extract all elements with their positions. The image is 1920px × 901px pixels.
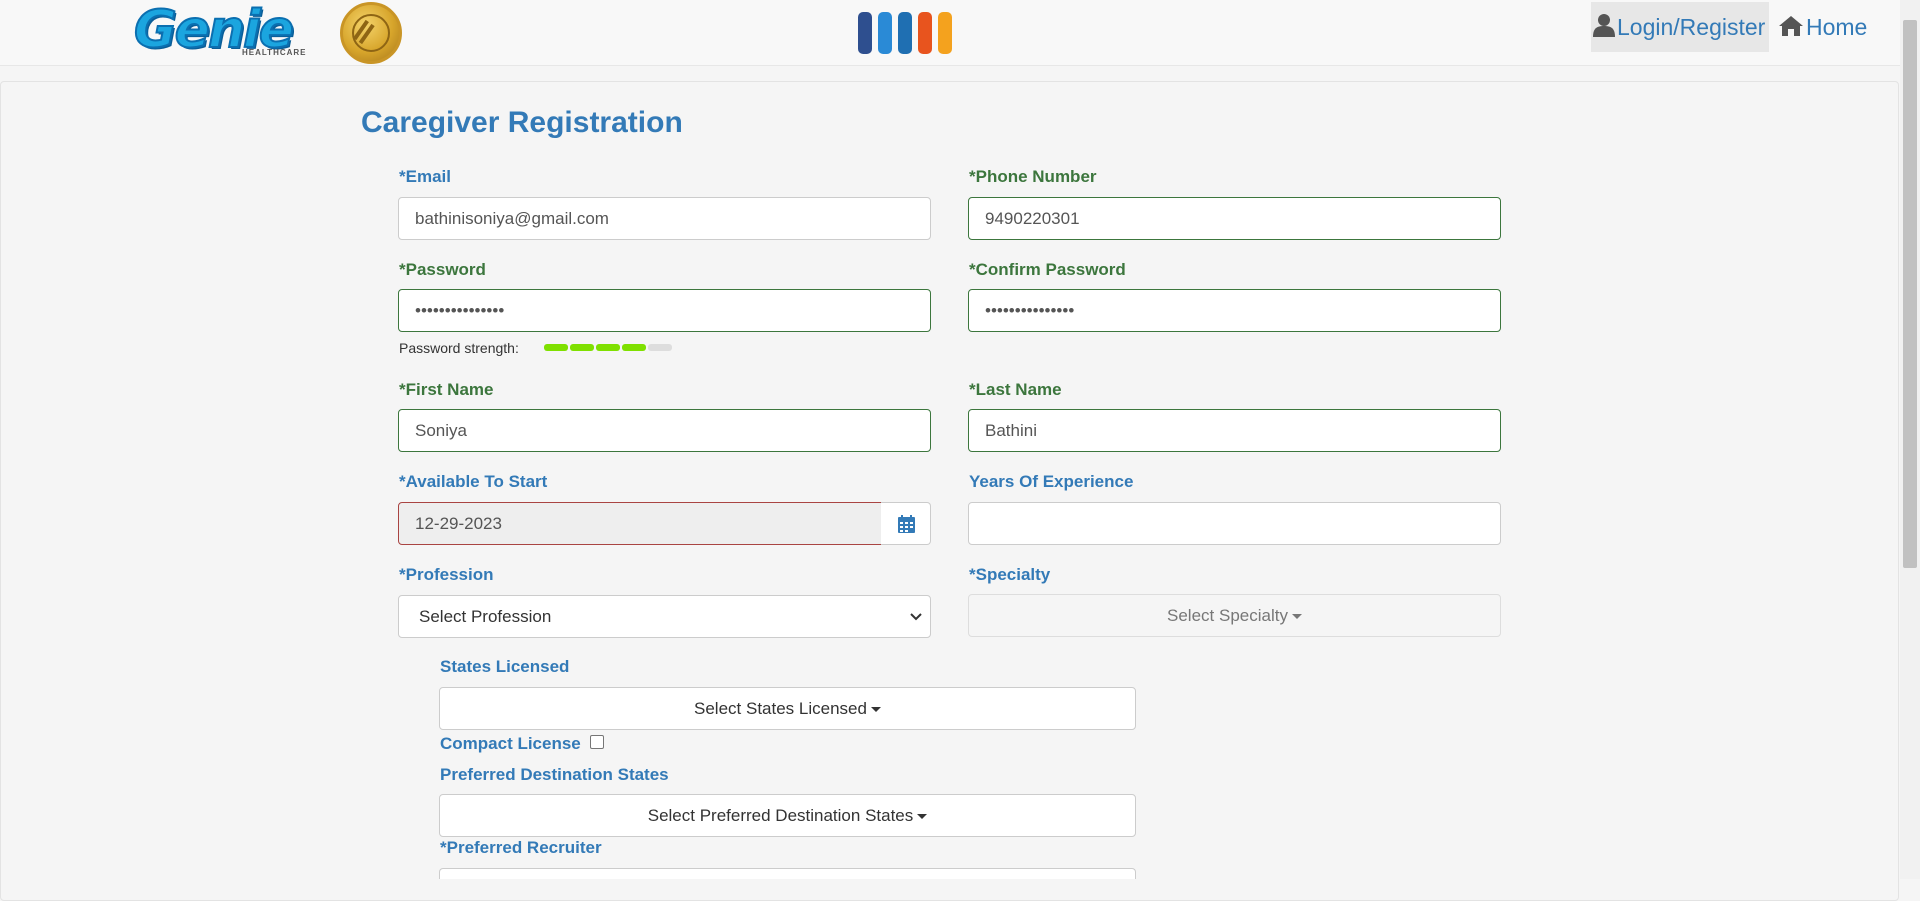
profession-select[interactable]: Select Profession (398, 595, 931, 638)
phone-number-field[interactable]: 9490220301 (968, 197, 1501, 240)
strength-segment (570, 344, 594, 351)
caret-down-icon (1291, 614, 1302, 620)
strength-segment (622, 344, 646, 351)
confirm-password-field[interactable]: ••••••••••••••• (968, 289, 1501, 332)
strength-segment (544, 344, 568, 351)
states-licensed-dropdown-button[interactable]: Select States Licensed (439, 687, 1136, 730)
brand-bar (858, 12, 872, 54)
page-title: Caregiver Registration (361, 106, 683, 139)
caret-down-icon (917, 814, 928, 820)
caret-down-icon (870, 707, 881, 713)
last-name-label: *Last Name (969, 380, 1062, 399)
brand-bar (938, 12, 952, 54)
registration-panel (0, 81, 1899, 901)
brand-bar (878, 12, 892, 54)
chevron-down-icon (910, 596, 922, 637)
password-strength-label: Password strength: (399, 340, 519, 356)
years-of-experience-field[interactable] (968, 502, 1501, 545)
last-name-field[interactable]: Bathini (968, 409, 1501, 452)
genie-healthcare-logo[interactable]: Genie HEALTHCARE (133, 0, 306, 60)
specialty-dropdown-button[interactable]: Select Specialty (968, 594, 1501, 637)
first-name-label: *First Name (399, 380, 494, 399)
email-field[interactable]: bathinisoniya@gmail.com (398, 197, 931, 240)
profession-label: *Profession (399, 565, 494, 584)
compact-license-checkbox[interactable] (590, 735, 604, 749)
preferred-destination-states-label: Preferred Destination States (440, 765, 669, 784)
password-field[interactable]: ••••••••••••••• (398, 289, 931, 332)
preferred-recruiter-label: *Preferred Recruiter (440, 838, 602, 857)
password-label: *Password (399, 260, 486, 279)
page-scrollbar-thumb[interactable] (1903, 20, 1917, 568)
home-label: Home (1806, 14, 1868, 40)
email-label: *Email (399, 167, 451, 186)
available-to-start-field[interactable]: 12-29-2023 (398, 502, 882, 545)
login-register-link[interactable]: Login/Register (1591, 2, 1769, 52)
brand-bar (918, 12, 932, 54)
years-of-experience-label: Years Of Experience (969, 472, 1134, 491)
profession-selected-value: Select Profession (419, 607, 552, 626)
first-name-field[interactable]: Soniya (398, 409, 931, 452)
user-icon (1593, 4, 1615, 54)
confirm-password-label: *Confirm Password (969, 260, 1126, 279)
strength-segment (596, 344, 620, 351)
login-register-label: Login/Register (1617, 14, 1766, 40)
logo-subtext: HEALTHCARE (242, 48, 307, 57)
strength-segment (648, 344, 672, 351)
calendar-icon (898, 515, 915, 538)
phone-number-label: *Phone Number (969, 167, 1097, 186)
available-to-start-label: *Available To Start (399, 472, 548, 491)
preferred-destination-states-button-label: Select Preferred Destination States (647, 806, 914, 825)
preferred-destination-states-dropdown-button[interactable]: Select Preferred Destination States (439, 794, 1136, 837)
preferred-recruiter-field[interactable] (439, 868, 1136, 879)
states-licensed-button-label: Select States Licensed (694, 699, 867, 718)
specialty-button-label: Select Specialty (1167, 606, 1288, 625)
accreditation-seal-icon (340, 2, 402, 64)
logo-wordmark: Genie (133, 0, 295, 60)
home-icon (1778, 15, 1804, 43)
top-navbar: Genie HEALTHCARE Login/Register Home (0, 0, 1900, 66)
home-link[interactable]: Home (1778, 14, 1867, 43)
brand-bar (898, 12, 912, 54)
specialty-label: *Specialty (969, 565, 1051, 584)
calendar-button[interactable] (881, 502, 931, 545)
states-licensed-label: States Licensed (440, 657, 570, 676)
compact-license-label: Compact License (440, 734, 581, 753)
